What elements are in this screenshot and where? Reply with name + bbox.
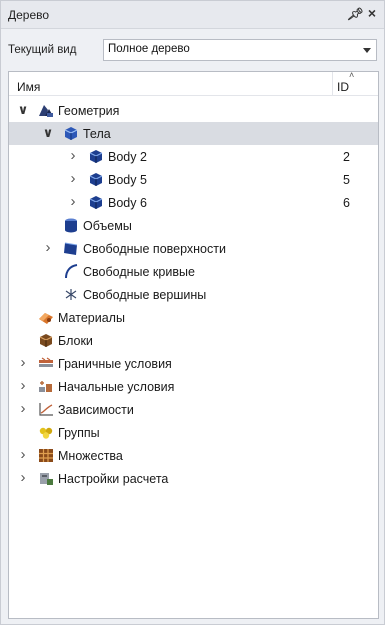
panel-title: Дерево [8,8,50,22]
boundary-conditions-icon [37,355,55,372]
chevron-right-icon[interactable]: › [67,171,79,186]
volumes-icon [62,217,80,234]
tree-row[interactable]: ∨ Геометрия [9,99,378,122]
current-view-label: Текущий вид [8,44,77,56]
initial-conditions-icon [37,378,55,395]
calc-settings-icon [37,470,55,487]
tree-row-label: Объемы [83,219,132,233]
tree-row-id: 6 [343,196,350,210]
body-icon [87,171,105,188]
chevron-right-icon[interactable]: › [67,194,79,209]
tree-row-label: Материалы [58,311,125,325]
chevron-down-icon[interactable]: ∨ [42,126,54,140]
free-surfaces-icon [62,240,80,257]
tree-row-label: Геометрия [58,104,120,118]
free-vertices-icon [62,286,80,303]
materials-icon [37,309,55,326]
column-header-id[interactable]: ID [337,80,349,94]
chevron-right-icon[interactable]: › [42,240,54,255]
tree-row-label: Множества [58,449,123,463]
panel-titlebar: Дерево 📌︎ × [1,1,384,29]
current-view-value: Полное дерево [108,43,190,55]
tree-row-label: Настройки расчета [58,472,169,486]
close-icon[interactable]: × [365,6,379,20]
tree-row-label: Тела [83,127,111,141]
tree-row[interactable]: Блоки [9,329,378,352]
tree-header: Имя ˄ ID [9,70,378,96]
tree-row[interactable]: Объемы [9,214,378,237]
tree-row[interactable]: › Начальные условия [9,375,378,398]
tree-panel: Дерево 📌︎ × Текущий вид Полное дерево Им… [0,0,385,625]
column-separator[interactable] [332,72,333,96]
tree-row-id: 2 [343,150,350,164]
pin-icon[interactable]: 📌︎ [347,7,362,21]
groups-icon [37,424,55,441]
chevron-right-icon[interactable]: › [17,401,29,416]
chevron-right-icon[interactable]: › [17,470,29,485]
tree-row-label: Body 6 [108,196,147,210]
geometry-icon [37,102,55,119]
tree-row[interactable]: › Множества [9,444,378,467]
tree-row[interactable]: Материалы [9,306,378,329]
column-header-name[interactable]: Имя [17,80,40,94]
tree-row-label: Body 5 [108,173,147,187]
body-icon [87,148,105,165]
chevron-right-icon[interactable]: › [67,148,79,163]
chevron-right-icon[interactable]: › [17,447,29,462]
body-icon [87,194,105,211]
tree-row[interactable]: Группы [9,421,378,444]
tree-row-label: Свободные поверхности [83,242,226,256]
tree-row[interactable]: Свободные кривые [9,260,378,283]
tree-row[interactable]: ∨ Тела [9,122,378,145]
view-selector-bar: Текущий вид Полное дерево [1,30,384,66]
current-view-select[interactable]: Полное дерево [103,39,377,61]
tree-row[interactable]: › Body 5 5 [9,168,378,191]
tree-row[interactable]: › Свободные поверхности [9,237,378,260]
chevron-right-icon[interactable]: › [17,378,29,393]
sets-icon [37,447,55,464]
tree-row[interactable]: Свободные вершины [9,283,378,306]
tree-row-label: Свободные кривые [83,265,195,279]
tree-row[interactable]: › Body 6 6 [9,191,378,214]
tree-row[interactable]: › Зависимости [9,398,378,421]
dependencies-icon [37,401,55,418]
tree-row[interactable]: › Body 2 2 [9,145,378,168]
sort-caret-icon: ˄ [349,70,355,80]
tree-row-label: Зависимости [58,403,134,417]
tree-row[interactable]: › Граничные условия [9,352,378,375]
tree-row-label: Свободные вершины [83,288,207,302]
tree-row-id: 5 [343,173,350,187]
blocks-icon [37,332,55,349]
chevron-right-icon[interactable]: › [17,355,29,370]
free-curves-icon [62,263,80,280]
tree-row-label: Группы [58,426,100,440]
tree-row-label: Граничные условия [58,357,172,371]
model-tree[interactable]: Имя ˄ ID ∨ Геометрия ∨ Тела › Body 2 2 › Body 5 5… [8,70,379,619]
tree-row-label: Начальные условия [58,380,175,394]
tree-row-label: Body 2 [108,150,147,164]
tree-row-label: Блоки [58,334,93,348]
tree-row[interactable]: › Настройки расчета [9,467,378,490]
chevron-down-icon[interactable]: ∨ [17,103,29,117]
bodies-icon [62,125,80,142]
chevron-down-icon[interactable] [363,48,371,53]
